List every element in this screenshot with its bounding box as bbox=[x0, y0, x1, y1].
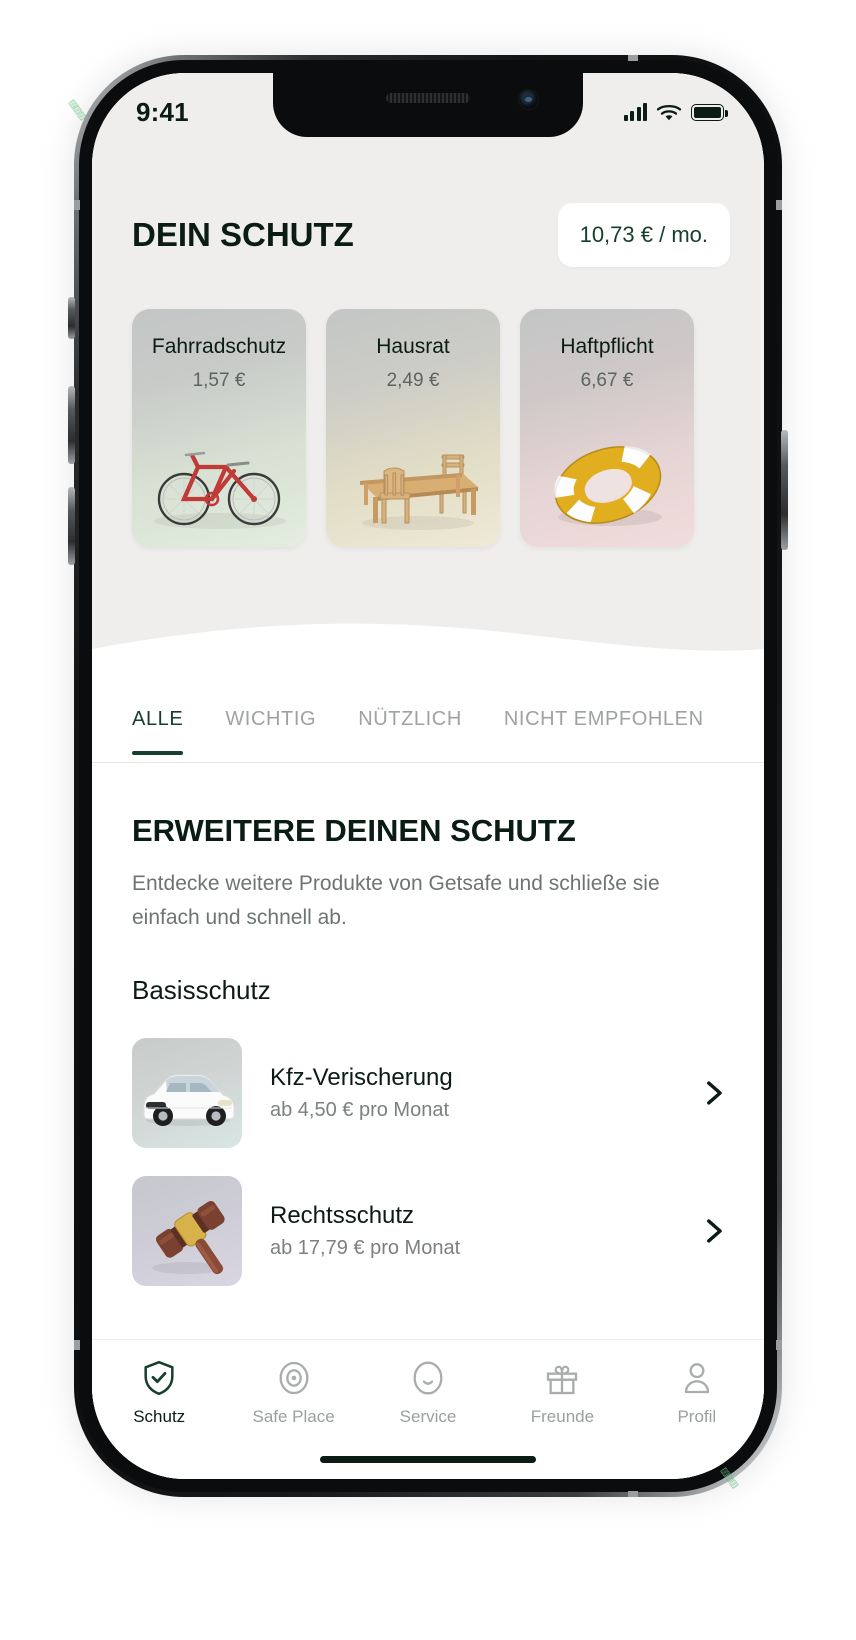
shield-check-icon bbox=[144, 1360, 174, 1396]
wifi-icon bbox=[656, 104, 682, 120]
app-viewport: DEIN SCHUTZ 10,73 € / mo. Fahrradschutz … bbox=[92, 73, 764, 1479]
status-icons bbox=[623, 103, 728, 122]
phone-screen: DEIN SCHUTZ 10,73 € / mo. Fahrradschutz … bbox=[92, 73, 764, 1479]
page-title: DEIN SCHUTZ bbox=[132, 216, 354, 253]
wave-divider bbox=[92, 623, 764, 675]
white-car-illustration bbox=[143, 1074, 235, 1127]
volume-down-button[interactable] bbox=[68, 487, 75, 565]
bicycle-illustration bbox=[154, 451, 286, 529]
policy-card-name: Fahrradschutz bbox=[151, 335, 287, 358]
antenna-line bbox=[776, 200, 782, 210]
power-button[interactable] bbox=[781, 430, 788, 550]
gavel-illustration bbox=[152, 1201, 225, 1275]
chevron-right-icon[interactable] bbox=[696, 1214, 730, 1248]
target-circle-icon bbox=[279, 1361, 309, 1395]
product-price: ab 17,79 € pro Monat bbox=[270, 1237, 461, 1260]
gift-icon bbox=[547, 1365, 578, 1395]
home-indicator[interactable] bbox=[320, 1456, 536, 1463]
notch bbox=[273, 73, 583, 137]
policy-card-name: Haftpflicht bbox=[560, 335, 654, 358]
dining-table-illustration bbox=[360, 454, 478, 530]
group-heading-basisschutz: Basisschutz bbox=[132, 975, 271, 1006]
product-title: Rechtsschutz bbox=[270, 1202, 415, 1230]
product-list: Kfz-Verischerung ab 4,50 € pro Monat Rec… bbox=[92, 1024, 764, 1300]
smiley-face-icon bbox=[413, 1361, 443, 1395]
policy-card-fahrradschutz[interactable]: Fahrradschutz 1,57 € bbox=[132, 309, 306, 547]
mute-switch[interactable] bbox=[68, 297, 75, 339]
nav-item-freunde[interactable]: Freunde bbox=[495, 1358, 629, 1427]
product-price: ab 4,50 € pro Monat bbox=[270, 1099, 450, 1122]
hero-header: DEIN SCHUTZ 10,73 € / mo. bbox=[132, 203, 730, 267]
product-text: Kfz-Verischerung ab 4,50 € pro Monat bbox=[270, 1064, 696, 1122]
product-thumbnail bbox=[132, 1176, 242, 1287]
chevron-right-icon[interactable] bbox=[696, 1076, 730, 1110]
product-text: Rechtsschutz ab 17,79 € pro Monat bbox=[270, 1202, 696, 1260]
antenna-line bbox=[628, 55, 638, 61]
policy-card-price: 1,57 € bbox=[192, 370, 246, 391]
policy-card-hausrat[interactable]: Hausrat 2,49 € bbox=[326, 309, 500, 547]
tab-wichtig[interactable]: WICHTIG bbox=[225, 686, 316, 753]
policy-card-haftpflicht[interactable]: Haftpflicht 6,67 € bbox=[520, 309, 694, 547]
list-item[interactable]: Kfz-Verischerung ab 4,50 € pro Monat bbox=[92, 1024, 764, 1162]
nav-item-profil[interactable]: Profil bbox=[630, 1358, 764, 1427]
earpiece-speaker bbox=[386, 93, 470, 103]
volume-up-button[interactable] bbox=[68, 386, 75, 464]
nav-label: Profil bbox=[677, 1407, 717, 1426]
policy-card-list: Fahrradschutz 1,57 € Hausrat 2,49 € Haft… bbox=[132, 309, 694, 547]
category-tab-bar[interactable]: ALLE WICHTIG NÜTZLICH NICHT EMPFOHLEN bbox=[92, 677, 764, 763]
antenna-line bbox=[74, 200, 80, 210]
tab-alle[interactable]: ALLE bbox=[132, 686, 184, 755]
nav-item-safe-place[interactable]: Safe Place bbox=[226, 1358, 360, 1427]
antenna-line bbox=[628, 1491, 638, 1497]
product-title: Kfz-Verischerung bbox=[270, 1064, 453, 1092]
antenna-line bbox=[74, 1340, 80, 1350]
screenshot-stage: ▨▨▨ ▨▨▨ DEIN SCHUTZ 10,73 € / mo. Fahrra… bbox=[0, 0, 856, 1640]
nav-item-service[interactable]: Service bbox=[361, 1358, 495, 1427]
nav-label: Safe Place bbox=[252, 1407, 335, 1426]
policy-card-price: 2,49 € bbox=[386, 370, 440, 391]
policy-card-price: 6,67 € bbox=[580, 370, 634, 391]
hero-section: DEIN SCHUTZ 10,73 € / mo. Fahrradschutz … bbox=[92, 73, 764, 675]
nav-label: Schutz bbox=[133, 1407, 186, 1426]
nav-label: Service bbox=[399, 1407, 457, 1426]
battery-full-icon bbox=[691, 103, 728, 121]
nav-label: Freunde bbox=[530, 1407, 595, 1426]
antenna-line bbox=[776, 1340, 782, 1350]
front-camera bbox=[518, 89, 539, 110]
policy-card-name: Hausrat bbox=[376, 335, 450, 358]
section-heading: ERWEITERE DEINEN SCHUTZ bbox=[132, 813, 576, 848]
life-ring-illustration bbox=[554, 445, 662, 526]
product-thumbnail bbox=[132, 1038, 242, 1149]
list-item[interactable]: Rechtsschutz ab 17,79 € pro Monat bbox=[92, 1162, 764, 1300]
tab-nicht-empfohlen[interactable]: NICHT EMPFOHLEN bbox=[504, 686, 704, 753]
status-time: 9:41 bbox=[136, 96, 189, 127]
person-icon bbox=[684, 1363, 709, 1394]
tab-nuetzlich[interactable]: NÜTZLICH bbox=[358, 686, 462, 753]
total-price-badge[interactable]: 10,73 € / mo. bbox=[557, 203, 730, 267]
section-description: Entdecke weitere Produkte von Getsafe un… bbox=[132, 872, 660, 930]
cellular-bars-icon bbox=[623, 103, 647, 121]
nav-item-schutz[interactable]: Schutz bbox=[92, 1358, 226, 1427]
